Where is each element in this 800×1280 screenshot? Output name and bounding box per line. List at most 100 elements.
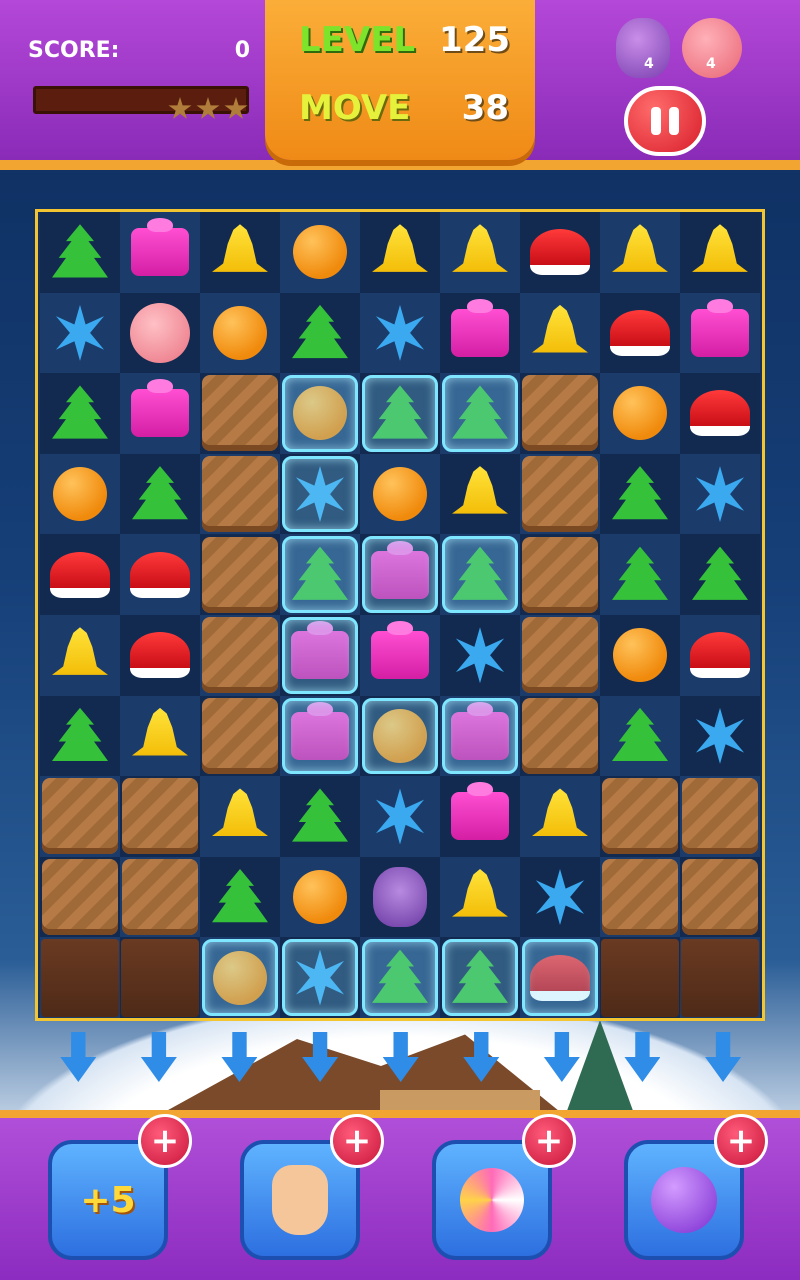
board-cell[interactable] bbox=[120, 614, 200, 696]
board-cell[interactable] bbox=[280, 373, 360, 454]
board-cell[interactable] bbox=[520, 212, 600, 293]
board-cell[interactable] bbox=[200, 856, 280, 938]
board-cell[interactable] bbox=[440, 212, 520, 293]
board-cell[interactable] bbox=[120, 534, 200, 615]
board-cell[interactable] bbox=[200, 695, 280, 777]
board-cell[interactable] bbox=[200, 453, 280, 535]
board-cell[interactable] bbox=[280, 695, 360, 777]
board-cell[interactable] bbox=[680, 534, 760, 615]
board-cell[interactable] bbox=[40, 534, 120, 615]
board-cell[interactable] bbox=[40, 695, 120, 777]
board-cell[interactable] bbox=[520, 292, 600, 374]
board-cell[interactable] bbox=[360, 856, 440, 938]
board-cell[interactable] bbox=[520, 937, 600, 1018]
board-cell[interactable] bbox=[680, 776, 760, 857]
board-cell[interactable] bbox=[200, 292, 280, 374]
board-cell[interactable] bbox=[360, 292, 440, 374]
board-cell[interactable] bbox=[120, 856, 200, 938]
board-cell[interactable] bbox=[280, 453, 360, 535]
pause-button[interactable] bbox=[624, 86, 706, 156]
board-cell[interactable] bbox=[280, 292, 360, 374]
board-cell[interactable] bbox=[280, 534, 360, 615]
board-cell[interactable] bbox=[40, 212, 120, 293]
board-cell[interactable] bbox=[440, 695, 520, 777]
board-cell[interactable] bbox=[280, 614, 360, 696]
board-cell[interactable] bbox=[440, 776, 520, 857]
board-cell[interactable] bbox=[280, 776, 360, 857]
board-cell[interactable] bbox=[600, 534, 680, 615]
board-cell[interactable] bbox=[680, 695, 760, 777]
board-cell[interactable] bbox=[440, 453, 520, 535]
board-cell[interactable] bbox=[440, 856, 520, 938]
board-cell[interactable] bbox=[40, 937, 120, 1018]
board-cell[interactable] bbox=[120, 373, 200, 454]
board-cell[interactable] bbox=[680, 453, 760, 535]
board-cell[interactable] bbox=[440, 292, 520, 374]
board-cell[interactable] bbox=[680, 212, 760, 293]
add-booster-button[interactable]: + bbox=[330, 1114, 384, 1168]
board-cell[interactable] bbox=[200, 212, 280, 293]
board-cell[interactable] bbox=[40, 373, 120, 454]
extra-moves-booster-button[interactable]: +5 + bbox=[48, 1114, 192, 1260]
board-cell[interactable] bbox=[680, 373, 760, 454]
board-cell[interactable] bbox=[440, 373, 520, 454]
board-cell[interactable] bbox=[440, 614, 520, 696]
board-cell[interactable] bbox=[120, 212, 200, 293]
board-cell[interactable] bbox=[520, 695, 600, 777]
board-cell[interactable] bbox=[360, 776, 440, 857]
board-cell[interactable] bbox=[680, 937, 760, 1018]
drop-arrow-icon bbox=[683, 1032, 764, 1092]
board-cell[interactable] bbox=[120, 695, 200, 777]
hand-booster-button[interactable]: + bbox=[240, 1114, 384, 1260]
board-cell[interactable] bbox=[40, 614, 120, 696]
board-cell[interactable] bbox=[280, 856, 360, 938]
board-cell[interactable] bbox=[360, 614, 440, 696]
board-cell[interactable] bbox=[440, 937, 520, 1018]
board-cell[interactable] bbox=[520, 856, 600, 938]
board-cell[interactable] bbox=[680, 614, 760, 696]
board-cell[interactable] bbox=[360, 373, 440, 454]
board-cell[interactable] bbox=[360, 695, 440, 777]
board-cell[interactable] bbox=[40, 776, 120, 857]
board-cell[interactable] bbox=[40, 856, 120, 938]
board-cell[interactable] bbox=[520, 614, 600, 696]
add-booster-button[interactable]: + bbox=[138, 1114, 192, 1168]
board-cell[interactable] bbox=[280, 212, 360, 293]
bomb-booster-button[interactable]: + bbox=[624, 1114, 768, 1260]
board-cell[interactable] bbox=[440, 534, 520, 615]
board-cell[interactable] bbox=[600, 614, 680, 696]
board-cell[interactable] bbox=[280, 937, 360, 1018]
board-cell[interactable] bbox=[200, 937, 280, 1018]
board-cell[interactable] bbox=[40, 292, 120, 374]
board-cell[interactable] bbox=[600, 856, 680, 938]
board-cell[interactable] bbox=[200, 534, 280, 615]
board-cell[interactable] bbox=[520, 373, 600, 454]
board-cell[interactable] bbox=[600, 776, 680, 857]
board-cell[interactable] bbox=[600, 373, 680, 454]
board-cell[interactable] bbox=[600, 453, 680, 535]
board-cell[interactable] bbox=[360, 212, 440, 293]
board-cell[interactable] bbox=[600, 212, 680, 293]
board-cell[interactable] bbox=[200, 373, 280, 454]
board-cell[interactable] bbox=[600, 292, 680, 374]
board-cell[interactable] bbox=[360, 453, 440, 535]
board-cell[interactable] bbox=[520, 776, 600, 857]
lollipop-booster-button[interactable]: + bbox=[432, 1114, 576, 1260]
board-cell[interactable] bbox=[600, 937, 680, 1018]
board-cell[interactable] bbox=[40, 453, 120, 535]
board-cell[interactable] bbox=[200, 614, 280, 696]
board-cell[interactable] bbox=[600, 695, 680, 777]
board-cell[interactable] bbox=[120, 937, 200, 1018]
board-cell[interactable] bbox=[520, 453, 600, 535]
board-cell[interactable] bbox=[680, 856, 760, 938]
board-cell[interactable] bbox=[520, 534, 600, 615]
board-cell[interactable] bbox=[680, 292, 760, 374]
board-cell[interactable] bbox=[120, 453, 200, 535]
add-booster-button[interactable]: + bbox=[714, 1114, 768, 1168]
board-cell[interactable] bbox=[120, 776, 200, 857]
board-cell[interactable] bbox=[360, 534, 440, 615]
board-cell[interactable] bbox=[360, 937, 440, 1018]
board-cell[interactable] bbox=[120, 292, 200, 374]
add-booster-button[interactable]: + bbox=[522, 1114, 576, 1168]
board-cell[interactable] bbox=[200, 776, 280, 857]
